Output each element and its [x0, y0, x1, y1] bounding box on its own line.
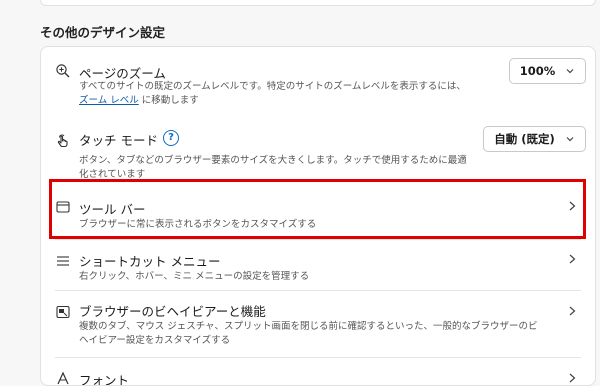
zoom-in-icon	[55, 63, 71, 79]
chevron-right-icon	[569, 254, 576, 264]
font-icon	[55, 370, 71, 385]
shortcut-menu-title: ショートカット メニュー	[79, 254, 221, 269]
touch-mode-row: タッチ モード ? ボタン、タブなどのブラウザー要素のサイズを大きくします。タッ…	[41, 117, 595, 182]
previous-card-edge	[40, 0, 596, 6]
browser-behavior-row[interactable]: ブラウザーのビヘイビアーと機能 複数のタブ、マウス ジェスチャ、スプリット画面を…	[41, 291, 595, 357]
design-settings-card: ページのズーム すべてのサイトの既定のズームレベルです。特定のサイトのズームレベ…	[40, 46, 596, 386]
toolbar-row[interactable]: ツール バー ブラウザーに常に表示されるボタンをカスタマイズする	[41, 182, 595, 239]
shortcut-menu-row[interactable]: ショートカット メニュー 右クリック、ホバー、ミニ メニューの設定を管理する	[41, 240, 595, 290]
chevron-right-icon	[569, 373, 576, 383]
menu-icon	[55, 253, 71, 269]
fonts-title: フォント	[79, 373, 130, 386]
browser-behavior-description: 複数のタブ、マウス ジェスチャ、スプリット画面を閉じる前に確認するといった、一般…	[79, 321, 538, 346]
shortcut-menu-description: 右クリック、ホバー、ミニ メニューの設定を管理する	[79, 271, 310, 282]
section-title: その他のデザイン設定	[40, 25, 166, 40]
chevron-down-icon	[566, 137, 574, 142]
toolbar-icon	[55, 199, 71, 215]
toolbar-description: ブラウザーに常に表示されるボタンをカスタマイズする	[79, 219, 317, 230]
help-icon[interactable]: ?	[163, 130, 179, 146]
toolbar-title: ツール バー	[79, 202, 146, 217]
zoom-level-link[interactable]: ズーム レベル	[79, 95, 139, 106]
fonts-row[interactable]: フォント	[41, 358, 595, 386]
touch-icon	[55, 133, 71, 149]
touch-mode-title: タッチ モード	[79, 133, 158, 148]
chevron-down-icon	[566, 69, 574, 74]
chevron-right-icon	[569, 306, 576, 316]
browser-behavior-icon	[55, 304, 71, 320]
touch-mode-description: ボタン、タブなどのブラウザー要素のサイズを大きくします。タッチで使用するために最…	[79, 155, 467, 180]
page-zoom-description: すべてのサイトの既定のズームレベルです。特定のサイトのズームレベルを表示するには…	[79, 81, 466, 106]
browser-behavior-title: ブラウザーのビヘイビアーと機能	[79, 304, 266, 319]
page-zoom-row: ページのズーム すべてのサイトの既定のズームレベルです。特定のサイトのズームレベ…	[41, 47, 595, 117]
touch-mode-dropdown[interactable]: 自動 (既定)	[483, 126, 586, 152]
chevron-right-icon	[569, 201, 576, 211]
page-zoom-dropdown[interactable]: 100%	[509, 58, 586, 84]
